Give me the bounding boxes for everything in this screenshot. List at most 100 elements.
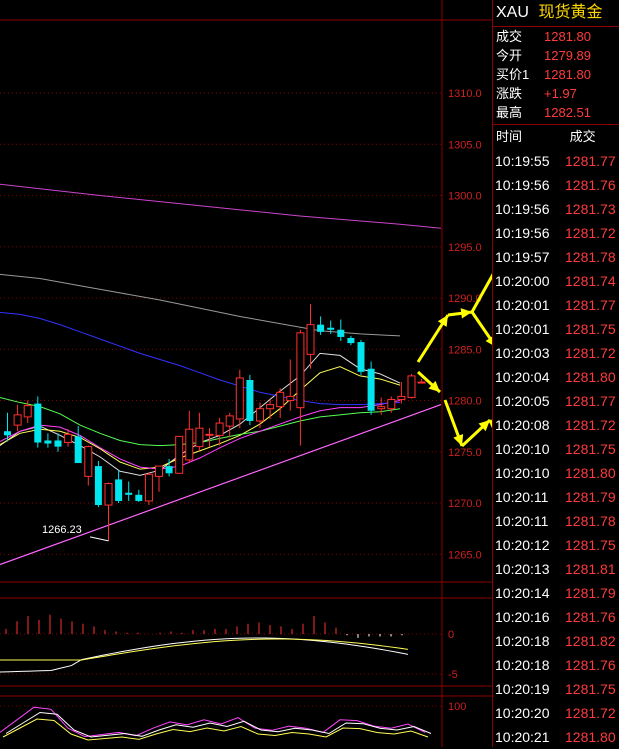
tick-price: 1281.75	[565, 441, 616, 457]
y-tick-label: 1305.0	[448, 139, 482, 151]
quote-row: 今开 1279.89	[493, 46, 619, 65]
candle-body	[94, 466, 102, 506]
tick-row: 10:20:12 1281.75	[493, 533, 619, 557]
candle-body	[195, 427, 204, 448]
candle-body	[397, 395, 406, 400]
candle-body	[225, 415, 234, 427]
tick-time: 10:20:00	[495, 273, 550, 289]
candle-body	[44, 440, 52, 444]
tick-row: 10:19:56 1281.76	[493, 173, 619, 197]
quote-row-label: 涨跌	[496, 86, 523, 101]
candle-body	[155, 465, 163, 477]
quote-row-label: 今开	[496, 48, 523, 63]
y-tick-label: 1265.0	[448, 549, 482, 561]
tick-time: 10:20:10	[495, 465, 550, 481]
osc-y-tick-label: 100	[448, 701, 466, 713]
candle-body	[347, 337, 355, 344]
tick-time: 10:19:55	[495, 153, 550, 169]
tick-row: 10:20:00 1281.74	[493, 269, 619, 293]
tick-list[interactable]: 10:19:55 1281.77 10:19:56 1281.76 10:19:56 12…	[493, 149, 619, 749]
candle-body	[115, 479, 123, 501]
tick-price: 1281.76	[565, 609, 616, 625]
tick-price: 1281.77	[565, 297, 616, 313]
quote-row-label: 最高	[496, 105, 523, 120]
tick-time: 10:20:13	[495, 561, 550, 577]
tick-time: 10:20:08	[495, 417, 550, 433]
tick-price: 1281.76	[565, 657, 616, 673]
tick-price: 1281.76	[565, 177, 616, 193]
tick-row: 10:20:10 1281.75	[493, 437, 619, 461]
tick-row: 10:20:01 1281.77	[493, 293, 619, 317]
tick-time: 10:20:05	[495, 393, 550, 409]
candle-body	[246, 380, 254, 421]
candle-body	[417, 381, 426, 384]
candle-body	[317, 324, 325, 332]
candle-body	[175, 435, 184, 474]
tick-price: 1281.72	[565, 345, 616, 361]
tick-time: 10:20:20	[495, 705, 550, 721]
candle-body	[256, 408, 264, 422]
tick-price: 1281.77	[565, 393, 616, 409]
y-tick-label: 1275.0	[448, 447, 482, 459]
tick-price: 1281.72	[565, 225, 616, 241]
macd-panel: 0 -5	[0, 597, 492, 687]
candle-body	[276, 391, 285, 408]
ticks-header-time: 时间	[496, 129, 523, 144]
tick-price: 1281.75	[565, 537, 616, 553]
candle-body	[296, 332, 305, 409]
tick-price: 1281.73	[565, 201, 616, 217]
y-tick-label: 1270.0	[448, 498, 482, 510]
quote-row: 涨跌 +1.97	[493, 84, 619, 103]
main-plot-bg	[0, 0, 492, 582]
tick-time: 10:20:12	[495, 537, 550, 553]
tick-time: 10:20:01	[495, 321, 550, 337]
candle-body	[377, 406, 386, 410]
candle-body	[54, 440, 62, 447]
tick-price: 1281.80	[565, 465, 616, 481]
tick-time: 10:20:11	[495, 513, 549, 529]
tick-row: 10:19:56 1281.73	[493, 197, 619, 221]
tick-price: 1281.80	[565, 729, 616, 745]
tick-row: 10:20:11 1281.79	[493, 485, 619, 509]
tick-row: 10:20:16 1281.76	[493, 605, 619, 629]
tick-row: 10:20:14 1281.79	[493, 581, 619, 605]
quote-row-label: 买价1	[496, 67, 530, 82]
y-tick-label: 1280.0	[448, 396, 482, 408]
candle-body	[125, 492, 133, 495]
tick-price: 1281.80	[565, 369, 616, 385]
macd-dif-line	[0, 637, 409, 673]
tick-price: 1281.74	[565, 273, 616, 289]
tick-row: 10:20:18 1281.76	[493, 653, 619, 677]
ticks-header-price: 成交	[569, 129, 596, 144]
candle-body	[286, 395, 295, 401]
tick-time: 10:20:19	[495, 681, 550, 697]
candle-body	[84, 446, 93, 477]
low-annotation-label: 1266.23	[42, 524, 82, 536]
candle-body	[266, 404, 275, 410]
tick-row: 10:20:11 1281.78	[493, 509, 619, 533]
tick-price: 1281.75	[565, 681, 616, 697]
symbol-name: 现货黄金	[538, 4, 603, 21]
candle-body	[205, 433, 214, 436]
quote-row-value: 1281.80	[544, 29, 591, 44]
tick-row: 10:20:04 1281.80	[493, 365, 619, 389]
osc-line-k	[0, 706, 426, 738]
tick-row: 10:20:20 1281.72	[493, 701, 619, 725]
tick-time: 10:20:01	[495, 297, 550, 313]
tick-time: 10:20:11	[495, 489, 549, 505]
tick-time: 10:19:56	[495, 177, 550, 193]
tick-price: 1281.81	[565, 561, 616, 577]
candle-body	[34, 403, 42, 443]
quote-header: XAU 现货黄金	[493, 0, 619, 27]
tick-row: 10:19:55 1281.77	[493, 149, 619, 173]
quote-row-value: 1282.51	[544, 105, 591, 120]
tick-row: 10:20:18 1281.82	[493, 629, 619, 653]
tick-price: 1281.78	[565, 513, 616, 529]
candle-body	[367, 368, 375, 411]
tick-time: 10:19:56	[495, 225, 550, 241]
chart-area: 1310.01305.01300.01295.01290.01285.01280…	[0, 0, 492, 747]
macd-y-tick-label: -5	[448, 669, 458, 681]
tick-time: 10:20:04	[495, 369, 550, 385]
candle-body	[337, 329, 345, 337]
candle-body	[74, 436, 82, 464]
